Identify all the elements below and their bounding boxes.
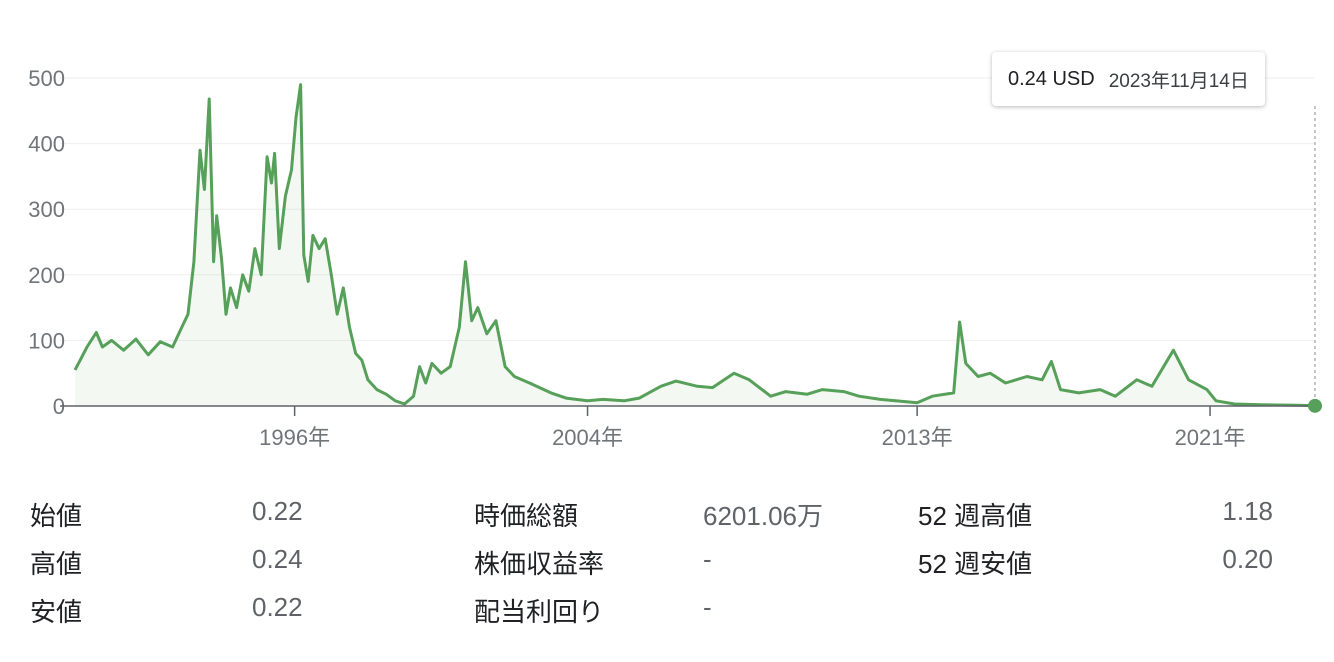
x-axis-ticks: 1996年 2004年 2013年 2021年 [259, 406, 1246, 450]
y-axis-ticks: 0 100 200 300 400 500 [28, 66, 65, 419]
current-price-marker[interactable] [1308, 398, 1322, 413]
x-tick-label: 2021年 [1175, 425, 1246, 450]
stat-value-open: 0.22 [252, 496, 303, 526]
stat-value-52w-high: 1.18 [1222, 496, 1273, 526]
y-tick-label: 300 [28, 197, 65, 222]
stat-label-52w-high: 52 週高値 [918, 501, 1033, 531]
price-area-fill [75, 84, 1315, 406]
stat-label-low: 安値 [30, 597, 83, 627]
stat-value-pe-ratio: - [703, 544, 712, 574]
stat-label-dividend-yield: 配当利回り [474, 597, 605, 627]
stat-label-market-cap: 時価総額 [474, 501, 579, 531]
y-tick-label: 400 [28, 132, 65, 157]
tooltip-date: 2023年11月14日 [1108, 70, 1249, 92]
tooltip-price: 0.24 USD [1008, 67, 1095, 90]
y-tick-label: 100 [28, 328, 65, 353]
stats-table: 始値 0.22 高値 0.24 安値 0.22 時価総額 6201.06万 株価… [0, 488, 1334, 648]
stat-value-dividend-yield: - [703, 592, 712, 622]
stat-value-high: 0.24 [252, 544, 303, 574]
stat-value-low: 0.22 [252, 592, 303, 622]
x-tick-label: 1996年 [259, 425, 330, 450]
stat-label-52w-low: 52 週安値 [918, 549, 1033, 579]
stat-value-52w-low: 0.20 [1222, 544, 1273, 574]
y-tick-label: 500 [28, 66, 65, 91]
price-tooltip: 0.24 USD 2023年11月14日 [992, 52, 1265, 106]
stat-label-pe-ratio: 株価収益率 [474, 549, 605, 579]
x-tick-label: 2004年 [552, 425, 623, 450]
y-tick-label: 200 [28, 263, 65, 288]
x-tick-label: 2013年 [882, 425, 953, 450]
stat-value-market-cap: 6201.06万 [703, 501, 823, 531]
stat-label-open: 始値 [30, 501, 83, 531]
stat-label-high: 高値 [30, 549, 83, 579]
